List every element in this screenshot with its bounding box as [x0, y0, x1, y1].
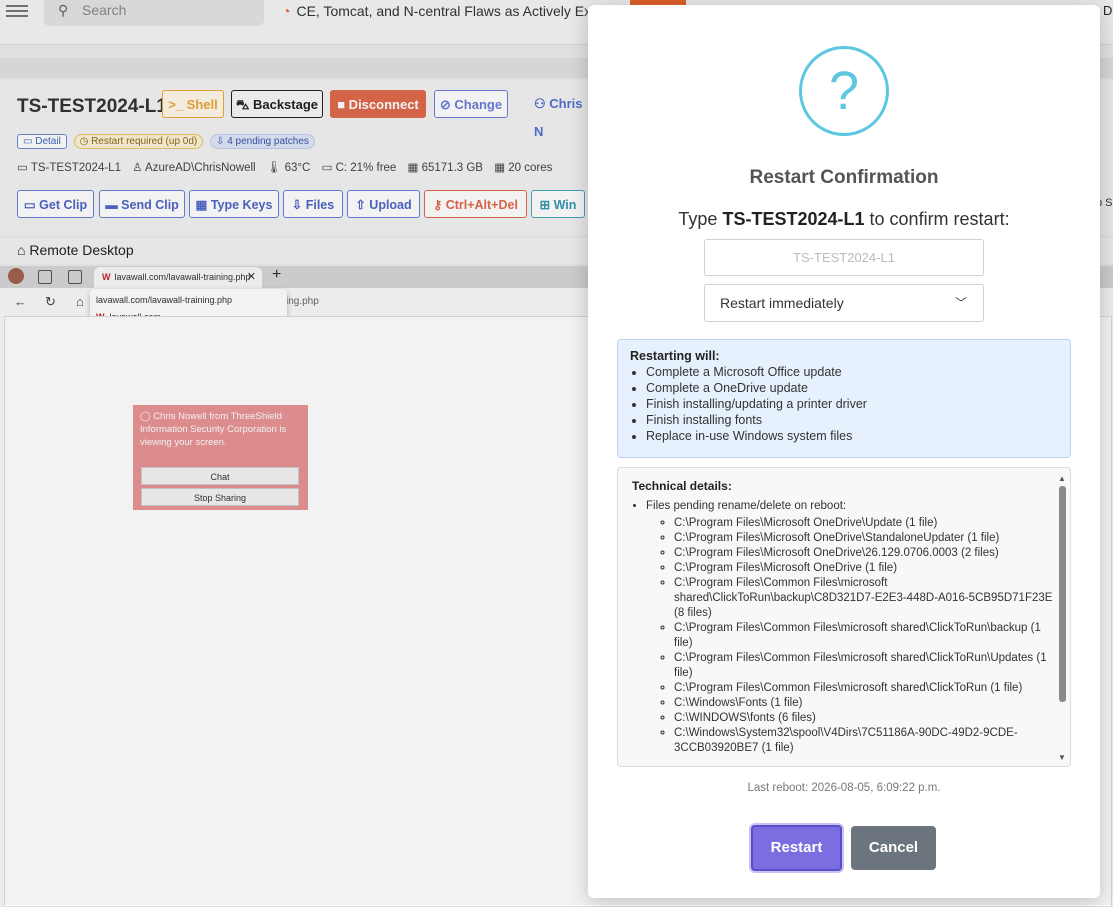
restart-button[interactable]: Restart: [751, 825, 842, 871]
file-item: C:\Windows\Fonts (1 file): [674, 696, 1056, 711]
file-item: C:\Program Files\Microsoft OneDrive\26.1…: [674, 546, 1056, 561]
file-item: C:\Program Files\Microsoft OneDrive\Upda…: [674, 516, 1056, 531]
file-item: C:\Program Files\Common Files\microsoft …: [674, 576, 1056, 621]
file-item: C:\Program Files\Common Files\microsoft …: [674, 651, 1056, 681]
file-item: C:\Windows\System32\spool\V4Dirs\7C51186…: [674, 726, 1056, 756]
list-item: Complete a Microsoft Office update: [646, 364, 867, 380]
file-item: C:\Program Files\Common Files\microsoft …: [674, 681, 1056, 696]
chevron-down-icon: ﹀: [954, 296, 967, 310]
question-icon: ?: [799, 46, 889, 136]
prompt-prefix: Type: [678, 209, 718, 229]
list-item: Finish installing/updating a printer dri…: [646, 396, 867, 412]
last-reboot-text: Last reboot: 2026-08-05, 6:09:22 p.m.: [747, 782, 941, 794]
prompt-suffix: to confirm restart:: [869, 209, 1010, 229]
restarting-will-list: Complete a Microsoft Office update Compl…: [628, 364, 867, 444]
restarting-will-box: Restarting will: Complete a Microsoft Of…: [617, 339, 1071, 458]
technical-details-list: Files pending rename/delete on reboot: C…: [630, 500, 1056, 756]
confirm-prompt: Type TS-TEST2024-L1 to confirm restart:: [588, 209, 1100, 230]
device-name-input[interactable]: TS-TEST2024-L1: [704, 239, 984, 276]
file-item: C:\Program Files\Microsoft OneDrive\Stan…: [674, 531, 1056, 546]
file-item: C:\WINDOWS\fonts (6 files): [674, 711, 1056, 726]
dialog-title: Restart Confirmation: [749, 167, 939, 188]
select-value: Restart immediately: [720, 295, 844, 311]
scroll-down-icon[interactable]: ▼: [1058, 753, 1066, 762]
prompt-device-name: TS-TEST2024-L1: [722, 209, 865, 229]
technical-details-box[interactable]: Technical details: Files pending rename/…: [617, 467, 1071, 767]
scroll-up-icon[interactable]: ▲: [1058, 474, 1066, 483]
pending-files-label: Files pending rename/delete on reboot:: [646, 500, 847, 512]
list-item: Complete a OneDrive update: [646, 380, 867, 396]
restarting-will-title: Restarting will:: [630, 349, 720, 363]
list-item: Finish installing fonts: [646, 412, 867, 428]
list-item: Files pending rename/delete on reboot: C…: [646, 500, 1056, 756]
cancel-button[interactable]: Cancel: [851, 826, 936, 870]
list-item: Replace in-use Windows system files: [646, 428, 867, 444]
details-scrollbar[interactable]: ▲ ▼: [1058, 474, 1067, 762]
technical-details-title: Technical details:: [632, 479, 732, 493]
file-item: C:\Program Files\Microsoft OneDrive (1 f…: [674, 561, 1056, 576]
file-item: C:\Program Files\Common Files\microsoft …: [674, 621, 1056, 651]
scrollbar-thumb[interactable]: [1059, 486, 1066, 702]
restart-timing-select[interactable]: Restart immediately ﹀: [704, 284, 984, 322]
pending-files-list: C:\Program Files\Microsoft OneDrive\Upda…: [646, 516, 1056, 756]
